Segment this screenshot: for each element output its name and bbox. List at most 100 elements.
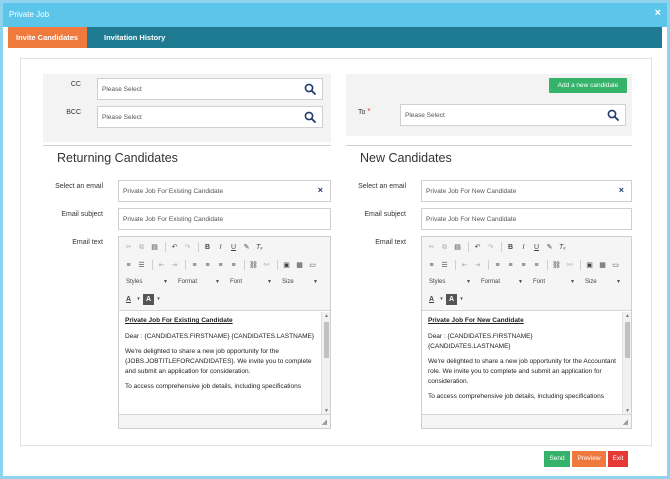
editor-scrollbar[interactable]: ▲ ▼ bbox=[622, 312, 631, 415]
new-select-email-label: Select an email bbox=[358, 183, 406, 190]
table-icon[interactable]: ▦ bbox=[597, 260, 608, 271]
bullet-list-icon[interactable]: ☰ bbox=[136, 260, 147, 271]
cut-icon[interactable]: ✂ bbox=[426, 242, 437, 253]
paste-icon[interactable]: ▤ bbox=[149, 242, 160, 253]
add-candidate-button[interactable]: Add a new candidate bbox=[549, 78, 627, 93]
redo-icon[interactable]: ↷ bbox=[485, 242, 496, 253]
indent-icon[interactable]: ⇥ bbox=[472, 260, 483, 271]
email-paragraph: We're delighted to share a new job oppor… bbox=[125, 348, 312, 375]
returning-email-select[interactable]: Private Job For Existing Candidate × bbox=[118, 180, 331, 202]
link-icon[interactable]: ⛓ bbox=[551, 260, 562, 271]
editor-scrollbar[interactable]: ▲ ▼ bbox=[321, 312, 330, 415]
size-dropdown[interactable]: Size ▼ bbox=[582, 276, 624, 288]
bg-color-button[interactable]: A bbox=[143, 293, 154, 305]
cc-select[interactable]: Please Select bbox=[97, 78, 323, 100]
table-icon[interactable]: ▦ bbox=[294, 260, 305, 271]
scroll-thumb[interactable] bbox=[625, 322, 630, 358]
clear-icon[interactable]: × bbox=[619, 186, 624, 195]
font-dropdown[interactable]: Font ▼ bbox=[530, 276, 578, 288]
brush-icon[interactable]: ✎ bbox=[544, 242, 555, 253]
outdent-icon[interactable]: ⇤ bbox=[156, 260, 167, 271]
image-icon[interactable]: ▣ bbox=[584, 260, 595, 271]
outdent-icon[interactable]: ⇤ bbox=[459, 260, 470, 271]
resize-handle-icon[interactable]: ◢ bbox=[322, 418, 327, 426]
format-dropdown[interactable]: Format ▼ bbox=[478, 276, 526, 288]
copy-icon[interactable]: ⧉ bbox=[439, 242, 450, 253]
align-center-icon[interactable]: ≡ bbox=[202, 260, 213, 271]
bullet-list-icon[interactable]: ☰ bbox=[439, 260, 450, 271]
new-subject-label: Email subject bbox=[364, 211, 406, 218]
new-subject-value: Private Job For New Candidate bbox=[426, 216, 517, 223]
numbered-list-icon[interactable]: ≡ bbox=[123, 260, 134, 271]
horizontal-line-icon[interactable]: ▭ bbox=[307, 260, 318, 271]
underline-button[interactable]: U bbox=[228, 242, 239, 253]
align-center-icon[interactable]: ≡ bbox=[505, 260, 516, 271]
main-content: CC Please Select BCC Please Select Add a… bbox=[20, 58, 652, 446]
exit-button[interactable]: Exit bbox=[608, 451, 628, 467]
new-email-editor[interactable]: ✂ ⧉ ▤ ↶ ↷ B I U ✎ Tₓ ≡ ☰ ⇤ ⇥ ≡ ≡ ≡ ≡ ⛓ ⚯… bbox=[421, 236, 632, 429]
unlink-icon[interactable]: ⚯ bbox=[564, 260, 575, 271]
remove-format-icon[interactable]: Tₓ bbox=[254, 242, 265, 253]
returning-email-editor[interactable]: ✂ ⧉ ▤ ↶ ↷ B I U ✎ Tₓ ≡ ☰ ⇤ ⇥ ≡ ≡ ≡ ≡ ⛓ ⚯… bbox=[118, 236, 331, 429]
align-right-icon[interactable]: ≡ bbox=[518, 260, 529, 271]
preview-button[interactable]: Preview bbox=[572, 451, 606, 467]
search-icon[interactable] bbox=[304, 83, 316, 95]
scroll-up-icon[interactable]: ▲ bbox=[324, 313, 329, 319]
align-justify-icon[interactable]: ≡ bbox=[531, 260, 542, 271]
indent-icon[interactable]: ⇥ bbox=[169, 260, 180, 271]
italic-button[interactable]: I bbox=[215, 242, 226, 253]
chevron-down-icon[interactable]: ▾ bbox=[459, 294, 464, 305]
image-icon[interactable]: ▣ bbox=[281, 260, 292, 271]
chevron-down-icon[interactable]: ▾ bbox=[136, 294, 141, 305]
brush-icon[interactable]: ✎ bbox=[241, 242, 252, 253]
chevron-down-icon[interactable]: ▾ bbox=[439, 294, 444, 305]
align-right-icon[interactable]: ≡ bbox=[215, 260, 226, 271]
italic-button[interactable]: I bbox=[518, 242, 529, 253]
link-icon[interactable]: ⛓ bbox=[248, 260, 259, 271]
horizontal-line-icon[interactable]: ▭ bbox=[610, 260, 621, 271]
bg-color-button[interactable]: A bbox=[446, 293, 457, 305]
underline-button[interactable]: U bbox=[531, 242, 542, 253]
tab-invite-candidates[interactable]: Invite Candidates bbox=[8, 27, 87, 48]
editor-content[interactable]: Private Job For New Candidate Dear : {CA… bbox=[422, 312, 623, 415]
font-dropdown[interactable]: Font ▼ bbox=[227, 276, 275, 288]
bold-button[interactable]: B bbox=[505, 242, 516, 253]
bcc-select[interactable]: Please Select bbox=[97, 106, 323, 128]
align-justify-icon[interactable]: ≡ bbox=[228, 260, 239, 271]
clear-icon[interactable]: × bbox=[318, 186, 323, 195]
cut-icon[interactable]: ✂ bbox=[123, 242, 134, 253]
search-icon[interactable] bbox=[607, 109, 619, 121]
remove-format-icon[interactable]: Tₓ bbox=[557, 242, 568, 253]
close-icon[interactable]: × bbox=[655, 8, 661, 19]
editor-content[interactable]: Private Job For Existing Candidate Dear … bbox=[119, 312, 322, 415]
styles-dropdown[interactable]: Styles ▼ bbox=[426, 276, 474, 288]
redo-icon[interactable]: ↷ bbox=[182, 242, 193, 253]
align-left-icon[interactable]: ≡ bbox=[492, 260, 503, 271]
chevron-down-icon[interactable]: ▾ bbox=[156, 294, 161, 305]
align-left-icon[interactable]: ≡ bbox=[189, 260, 200, 271]
format-dropdown[interactable]: Format ▼ bbox=[175, 276, 223, 288]
send-button[interactable]: Send bbox=[544, 451, 570, 467]
copy-icon[interactable]: ⧉ bbox=[136, 242, 147, 253]
size-dropdown[interactable]: Size ▼ bbox=[279, 276, 321, 288]
bold-button[interactable]: B bbox=[202, 242, 213, 253]
styles-dropdown[interactable]: Styles ▼ bbox=[123, 276, 171, 288]
new-subject-input[interactable]: Private Job For New Candidate bbox=[421, 208, 632, 230]
new-email-select[interactable]: Private Job For New Candidate × bbox=[421, 180, 632, 202]
scroll-up-icon[interactable]: ▲ bbox=[625, 313, 630, 319]
numbered-list-icon[interactable]: ≡ bbox=[426, 260, 437, 271]
search-icon[interactable] bbox=[304, 111, 316, 123]
unlink-icon[interactable]: ⚯ bbox=[261, 260, 272, 271]
scroll-thumb[interactable] bbox=[324, 322, 329, 358]
undo-icon[interactable]: ↶ bbox=[169, 242, 180, 253]
to-select[interactable]: Please Select bbox=[400, 104, 626, 126]
text-color-button[interactable]: A bbox=[426, 294, 437, 305]
returning-subject-input[interactable]: Private Job For Existing Candidate bbox=[118, 208, 331, 230]
tab-invitation-history[interactable]: Invitation History bbox=[96, 27, 173, 48]
paste-icon[interactable]: ▤ bbox=[452, 242, 463, 253]
toolbar-row: ≡ ☰ ⇤ ⇥ ≡ ≡ ≡ ≡ ⛓ ⚯ ▣ ▦ ▭ bbox=[123, 258, 320, 272]
text-color-button[interactable]: A bbox=[123, 294, 134, 305]
toolbar-row: Styles ▼ Format ▼ Font ▼ Size ▼ bbox=[426, 275, 628, 289]
resize-handle-icon[interactable]: ◢ bbox=[623, 418, 628, 426]
undo-icon[interactable]: ↶ bbox=[472, 242, 483, 253]
